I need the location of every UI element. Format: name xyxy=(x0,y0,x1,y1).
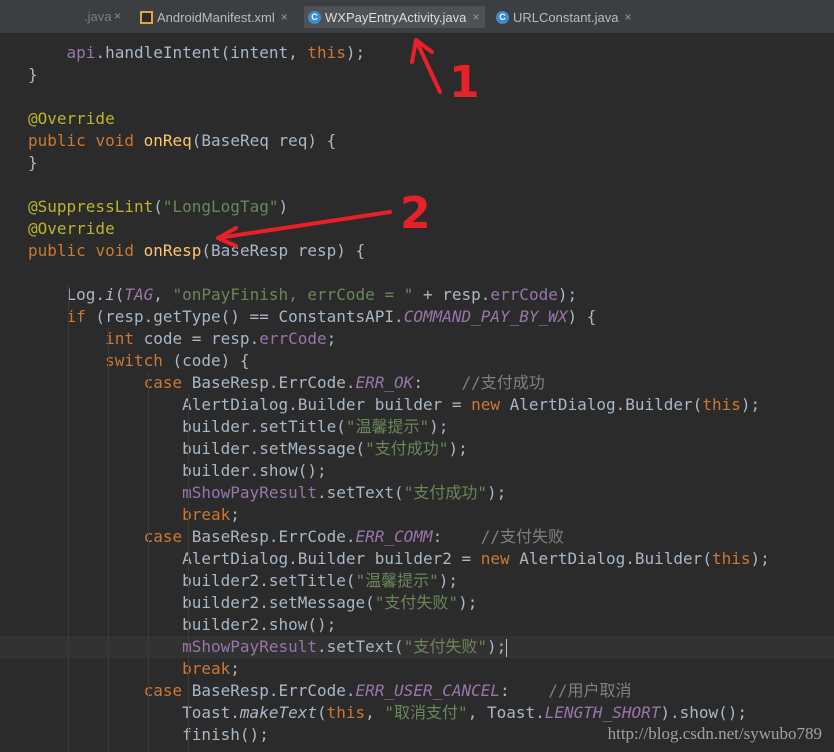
watermark: http://blog.csdn.net/sywubo789 xyxy=(607,724,822,743)
annotation-overlay: 1 2 xyxy=(216,38,480,248)
annotation-label-1: 1 xyxy=(449,57,480,108)
arrow-1-icon xyxy=(410,38,442,94)
annotation-label-2: 2 xyxy=(400,188,431,239)
arrow-2-icon xyxy=(216,210,392,248)
